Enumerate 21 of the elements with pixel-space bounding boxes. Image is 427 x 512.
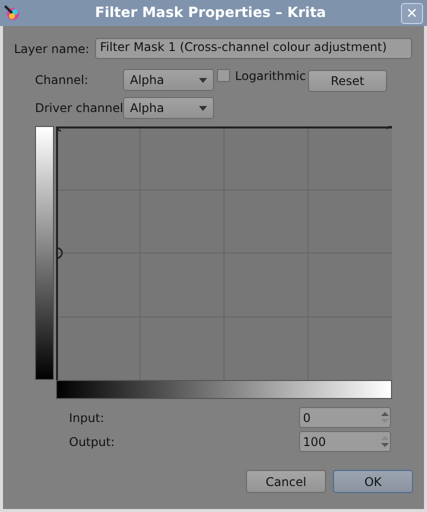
logarithmic-label: Logarithmic (235, 69, 307, 83)
spin-arrows-icon[interactable] (380, 433, 390, 450)
channel-dropdown[interactable]: Alpha (123, 69, 214, 91)
window-title: Filter Mask Properties – Krita (94, 5, 327, 21)
output-spinbox[interactable]: 100 (299, 431, 391, 452)
app-logo-icon (4, 5, 20, 21)
spin-arrows-icon[interactable] (380, 409, 390, 426)
input-label: Input: (69, 410, 106, 424)
output-label: Output: (69, 434, 116, 448)
reset-button[interactable]: Reset (308, 70, 387, 92)
driver-channel-dropdown[interactable]: Alpha (123, 97, 214, 119)
caret-icon (199, 106, 207, 110)
dialog-button[interactable]: OK (333, 470, 413, 493)
channel-label: Channel: (35, 72, 90, 87)
layer-name-label: Layer name: (14, 42, 90, 56)
layer-name-field[interactable]: Filter Mask 1 (Cross-channel colour adjustment) (95, 38, 412, 59)
logarithmic-checkbox[interactable] (217, 69, 230, 82)
driver-channel-label: Driver channel (35, 101, 123, 115)
caret-icon (199, 78, 207, 82)
input-spinbox[interactable]: 0 (299, 407, 391, 428)
dialog-button[interactable]: Cancel (246, 470, 326, 493)
